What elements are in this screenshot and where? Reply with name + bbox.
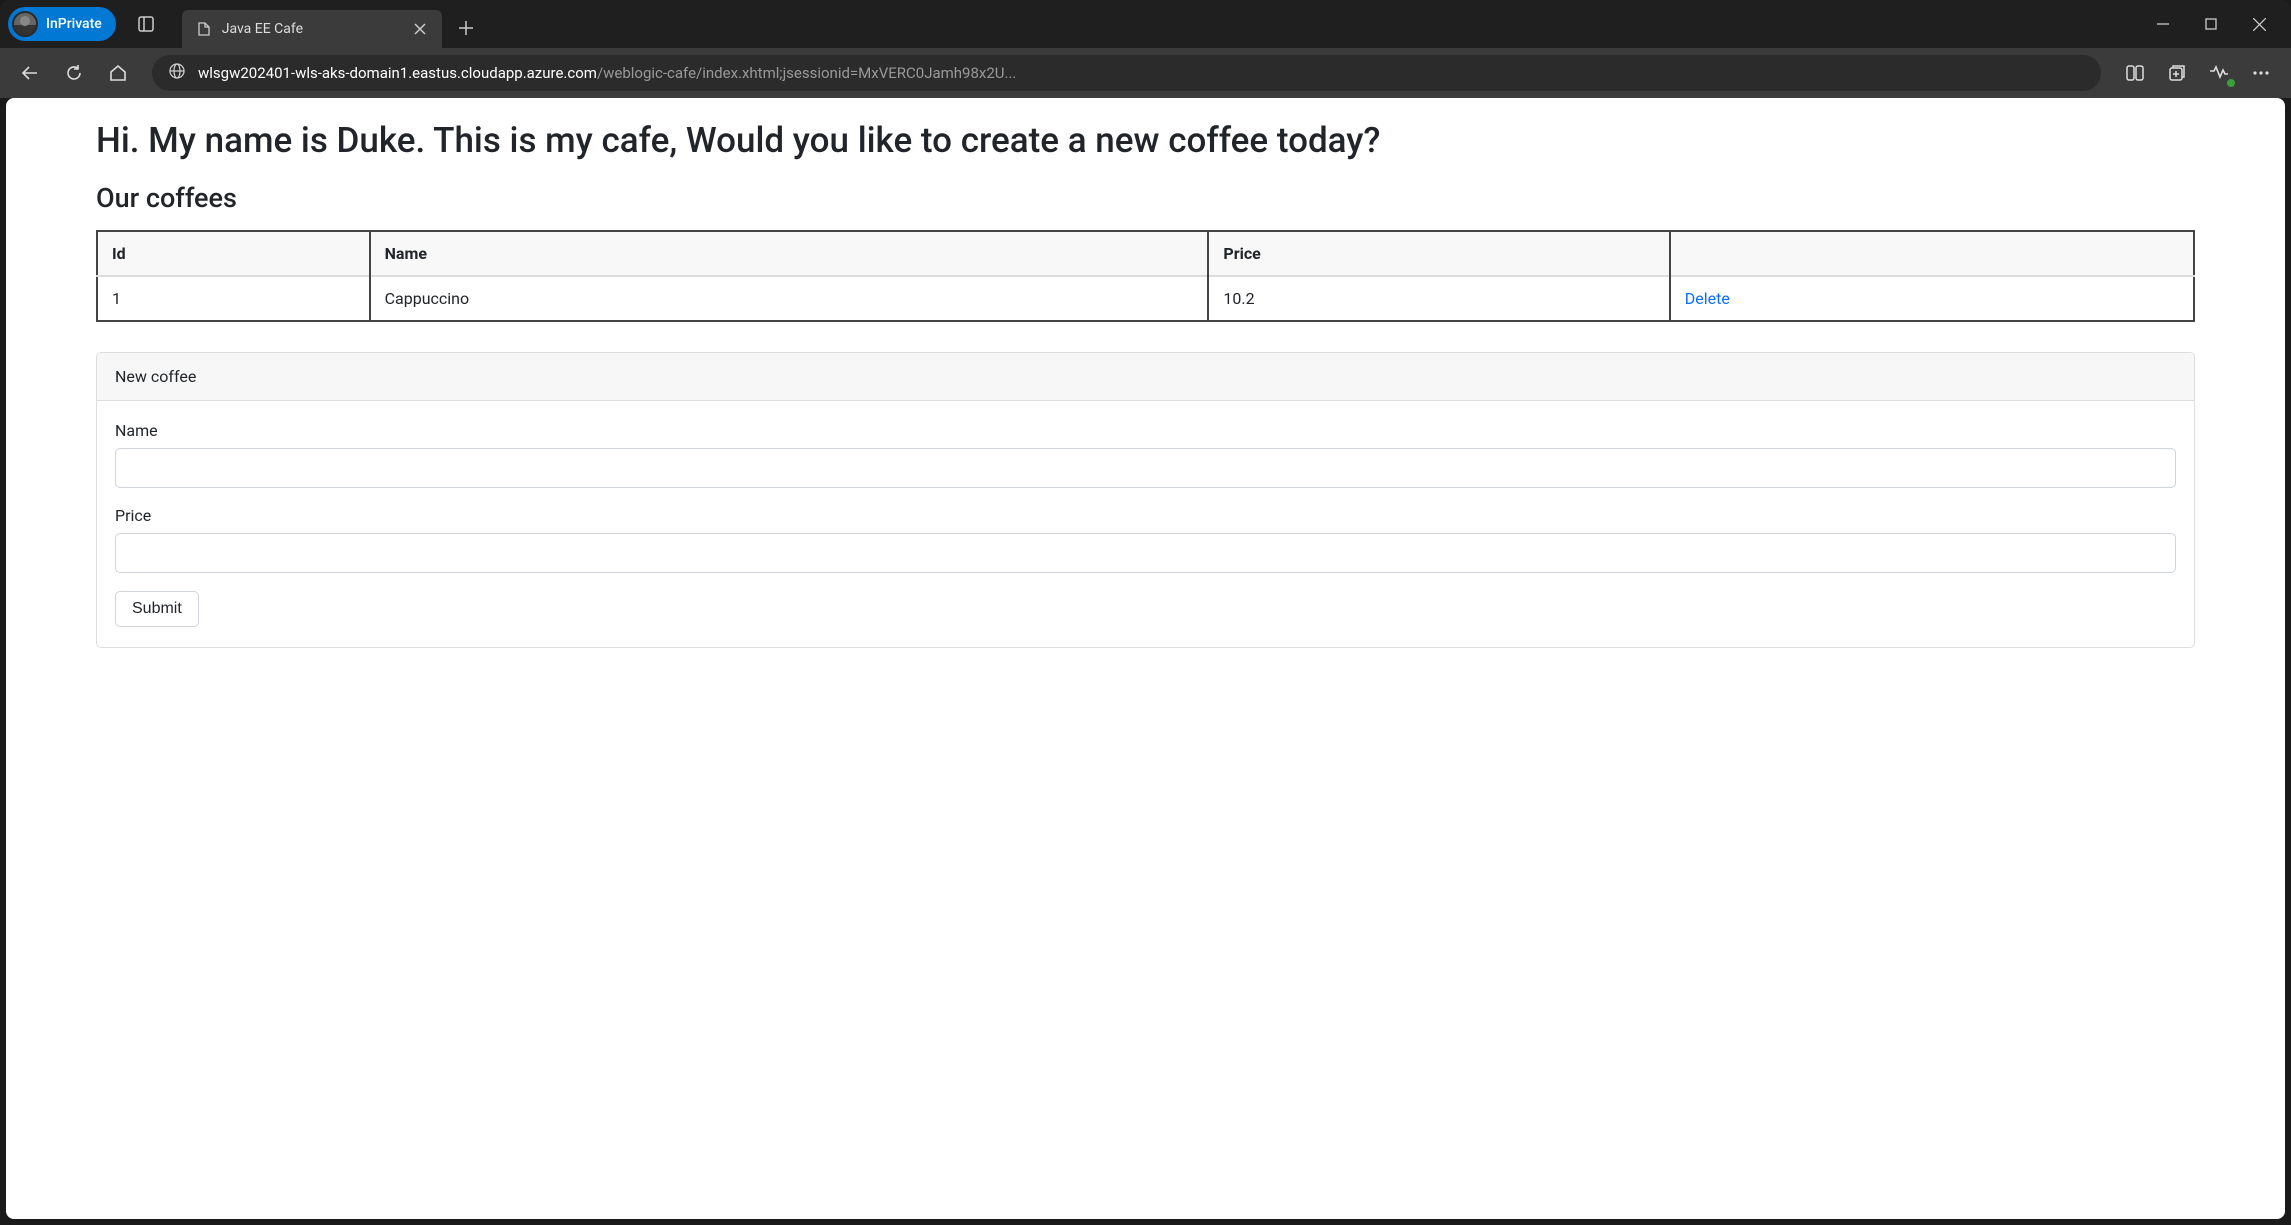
price-input[interactable] [115,533,2176,573]
browser-essentials-button[interactable] [2199,53,2239,93]
table-row: 1 Cappuccino 10.2 Delete [97,276,2194,321]
title-bar: InPrivate Java EE Cafe [0,0,2291,48]
split-screen-button[interactable] [2115,53,2155,93]
avatar-icon [12,11,38,37]
browser-window: InPrivate Java EE Cafe [0,0,2291,1225]
page-content: Hi. My name is Duke. This is my cafe, Wo… [6,98,2285,1219]
new-coffee-panel: New coffee Name Price Submit [96,352,2195,648]
cell-id: 1 [97,276,370,321]
tab-title: Java EE Cafe [222,21,398,37]
new-tab-button[interactable] [450,12,482,44]
settings-menu-button[interactable] [2241,53,2281,93]
toolbar: wlsgw202401-wls-aks-domain1.eastus.cloud… [0,48,2291,98]
url-text: wlsgw202401-wls-aks-domain1.eastus.cloud… [198,64,2085,82]
cell-name: Cappuccino [370,276,1209,321]
close-window-button[interactable] [2235,4,2283,44]
table-header-row: Id Name Price [97,231,2194,276]
collections-button[interactable] [2157,53,2197,93]
page-heading: Hi. My name is Duke. This is my cafe, Wo… [96,118,2195,164]
section-heading: Our coffees [96,182,2195,214]
delete-link[interactable]: Delete [1685,289,1730,308]
panel-body: Name Price Submit [97,401,2194,647]
col-id: Id [97,231,370,276]
price-label: Price [115,506,2176,525]
panel-header: New coffee [97,353,2194,401]
url-path: /weblogic-cafe/index.xhtml;jsessionid=Mx… [597,64,1016,82]
minimize-button[interactable] [2139,4,2187,44]
submit-button[interactable]: Submit [115,591,199,627]
home-button[interactable] [98,53,138,93]
name-label: Name [115,421,2176,440]
inprivate-label: InPrivate [46,16,102,32]
col-price: Price [1208,231,1669,276]
name-input[interactable] [115,448,2176,488]
globe-icon [168,62,186,84]
coffee-table: Id Name Price 1 Cappuccino 10.2 Delete [96,230,2195,322]
tab-actions-icon[interactable] [128,6,164,42]
col-actions [1670,231,2194,276]
back-button[interactable] [10,53,50,93]
close-tab-button[interactable] [408,17,432,41]
col-name: Name [370,231,1209,276]
maximize-button[interactable] [2187,4,2235,44]
refresh-button[interactable] [54,53,94,93]
url-host: wlsgw202401-wls-aks-domain1.eastus.cloud… [198,64,597,82]
file-icon [196,21,212,37]
address-bar[interactable]: wlsgw202401-wls-aks-domain1.eastus.cloud… [152,55,2101,91]
browser-tab[interactable]: Java EE Cafe [182,10,442,48]
status-dot-icon [2227,79,2235,87]
cell-price: 10.2 [1208,276,1669,321]
inprivate-badge[interactable]: InPrivate [8,7,116,41]
window-controls [2139,4,2283,44]
